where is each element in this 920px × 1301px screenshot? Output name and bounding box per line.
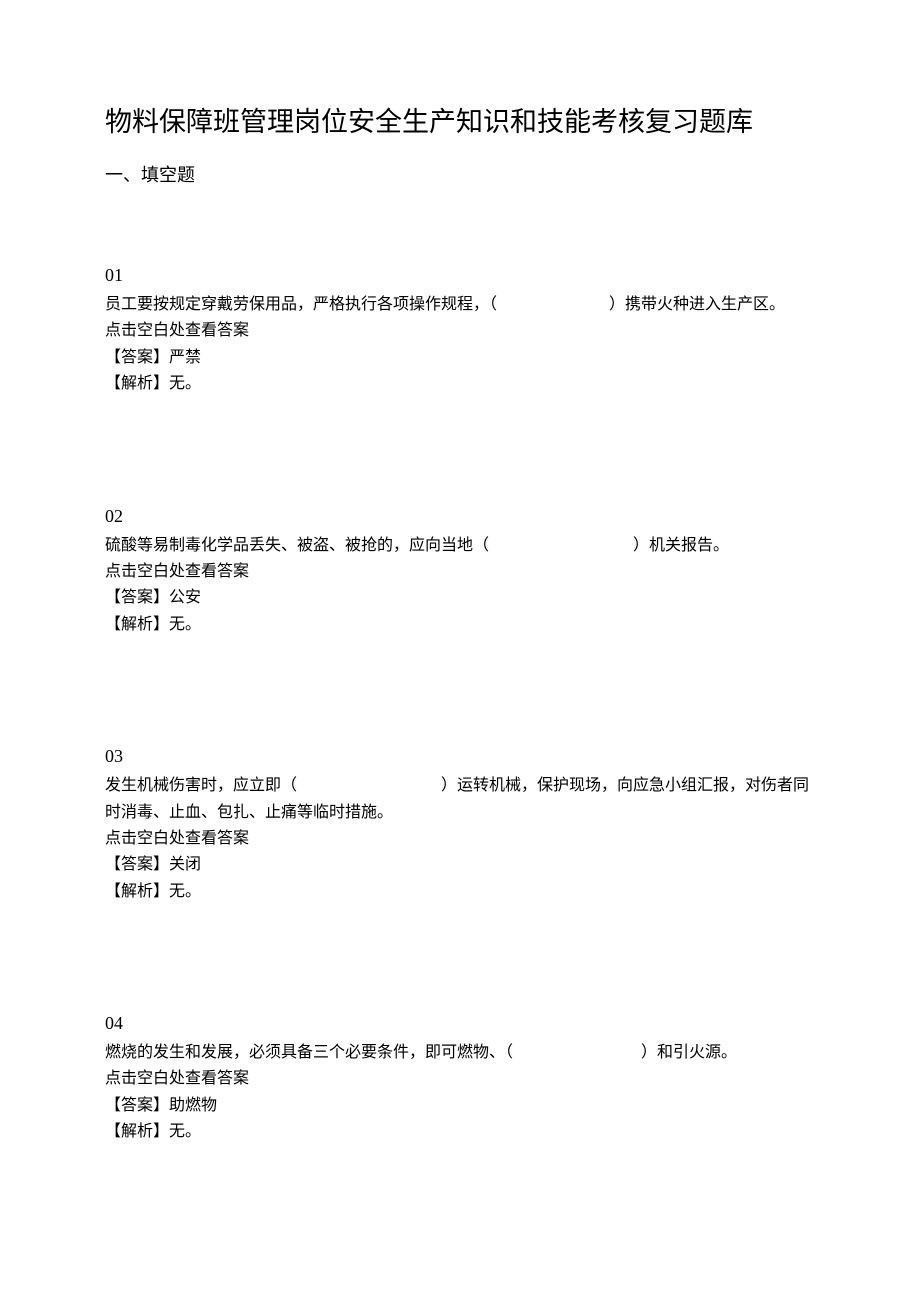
question-block: 01 员工要按规定穿戴劳保用品，严格执行各项操作规程，（ ）携带火种进入生产区。… <box>105 265 815 398</box>
question-number: 02 <box>105 506 815 527</box>
section-header: 一、填空题 <box>105 161 815 187</box>
question-number: 04 <box>105 1013 815 1034</box>
explain-text: 【解析】无。 <box>105 1119 815 1145</box>
question-text: 硫酸等易制毒化学品丢失、被盗、被抢的，应向当地（ ）机关报告。 <box>105 533 815 559</box>
question-number: 03 <box>105 746 815 767</box>
hint-text[interactable]: 点击空白处查看答案 <box>105 826 815 852</box>
answer-text: 【答案】助燃物 <box>105 1093 815 1119</box>
question-text: 燃烧的发生和发展，必须具备三个必要条件，即可燃物、（ ）和引火源。 <box>105 1040 815 1066</box>
document-title: 物料保障班管理岗位安全生产知识和技能考核复习题库 <box>105 100 815 139</box>
hint-text[interactable]: 点击空白处查看答案 <box>105 318 815 344</box>
answer-text: 【答案】公安 <box>105 585 815 611</box>
question-text: 发生机械伤害时，应立即（ ）运转机械，保护现场，向应急小组汇报，对伤者同时消毒、… <box>105 773 815 826</box>
hint-text[interactable]: 点击空白处查看答案 <box>105 559 815 585</box>
question-block: 02 硫酸等易制毒化学品丢失、被盗、被抢的，应向当地（ ）机关报告。 点击空白处… <box>105 506 815 639</box>
question-block: 04 燃烧的发生和发展，必须具备三个必要条件，即可燃物、（ ）和引火源。 点击空… <box>105 1013 815 1146</box>
explain-text: 【解析】无。 <box>105 612 815 638</box>
hint-text[interactable]: 点击空白处查看答案 <box>105 1066 815 1092</box>
question-block: 03 发生机械伤害时，应立即（ ）运转机械，保护现场，向应急小组汇报，对伤者同时… <box>105 746 815 905</box>
explain-text: 【解析】无。 <box>105 879 815 905</box>
explain-text: 【解析】无。 <box>105 371 815 397</box>
question-number: 01 <box>105 265 815 286</box>
answer-text: 【答案】严禁 <box>105 345 815 371</box>
question-text: 员工要按规定穿戴劳保用品，严格执行各项操作规程，（ ）携带火种进入生产区。 <box>105 292 815 318</box>
answer-text: 【答案】关闭 <box>105 852 815 878</box>
